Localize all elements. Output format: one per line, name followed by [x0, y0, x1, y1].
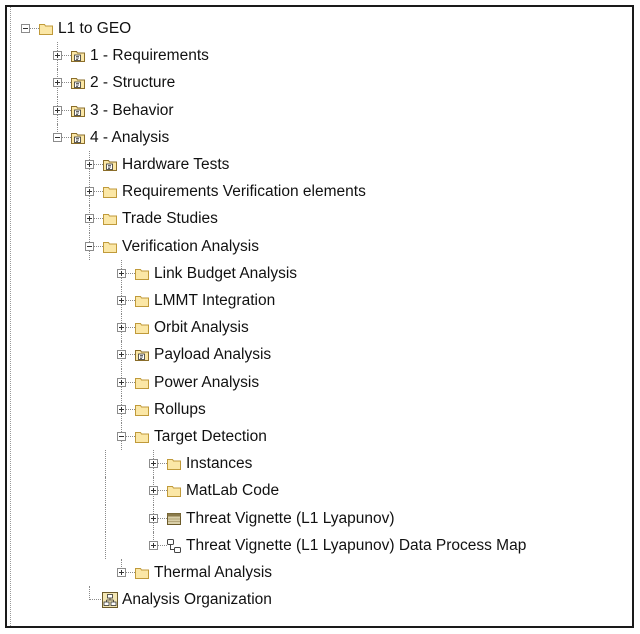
folder-icon — [134, 266, 150, 282]
collapse-toggle[interactable] — [53, 132, 62, 142]
diagram-icon — [166, 511, 182, 527]
tree-item-label[interactable]: Requirements Verification elements — [122, 182, 366, 201]
expand-toggle[interactable] — [85, 160, 94, 169]
tree-item-label[interactable]: 1 - Requirements — [90, 46, 209, 65]
package-icon — [70, 103, 86, 119]
containment-tree: L1 to GEO 1 - Requirements 2 - Structure 3 … — [7, 7, 632, 626]
expand-toggle[interactable] — [85, 187, 94, 197]
tree-item-label[interactable]: L1 to GEO — [58, 19, 131, 38]
tree-row[interactable]: LMMT Integration — [7, 287, 632, 315]
tree-row[interactable]: Verification Analysis — [7, 232, 632, 260]
folder-icon — [134, 429, 150, 445]
folder-icon — [166, 483, 182, 499]
expand-toggle[interactable] — [117, 350, 126, 360]
collapse-toggle[interactable] — [85, 241, 94, 251]
tree-row[interactable]: L1 to GEO — [7, 15, 632, 42]
tree-row[interactable]: Payload Analysis — [7, 341, 632, 369]
tree-item-label[interactable]: Payload Analysis — [154, 345, 271, 364]
package-icon — [70, 48, 86, 64]
tree-item-label[interactable]: Verification Analysis — [122, 237, 259, 256]
tree-row[interactable]: Target Detection — [7, 423, 632, 451]
folder-icon — [134, 565, 150, 581]
collapse-toggle[interactable] — [21, 24, 30, 33]
tree-row[interactable]: Requirements Verification elements — [7, 178, 632, 206]
expand-toggle[interactable] — [117, 404, 126, 414]
containment-tree-panel: L1 to GEO 1 - Requirements 2 - Structure 3 … — [5, 5, 634, 628]
tree-row[interactable]: MatLab Code — [7, 477, 632, 505]
folder-icon — [102, 239, 118, 255]
tree-connector-line — [105, 504, 106, 532]
tree-item-label[interactable]: 3 - Behavior — [90, 101, 174, 120]
expand-toggle[interactable] — [117, 323, 126, 333]
expand-toggle[interactable] — [117, 568, 126, 577]
tree-row[interactable]: 3 - Behavior — [7, 96, 632, 124]
collapse-toggle[interactable] — [117, 432, 126, 441]
folder-icon — [134, 320, 150, 336]
tree-row[interactable]: Rollups — [7, 395, 632, 423]
tree-item-label[interactable]: 4 - Analysis — [90, 128, 169, 147]
expand-toggle[interactable] — [149, 486, 158, 496]
folder-icon — [38, 21, 54, 37]
expand-toggle[interactable] — [117, 296, 126, 305]
tree-row[interactable]: Orbit Analysis — [7, 314, 632, 342]
tree-item-label[interactable]: Orbit Analysis — [154, 318, 249, 337]
tree-row[interactable]: Hardware Tests — [7, 151, 632, 179]
expand-toggle[interactable] — [149, 540, 158, 550]
tree-row[interactable]: Trade Studies — [7, 205, 632, 233]
expand-toggle[interactable] — [53, 105, 62, 115]
process-map-icon — [166, 538, 182, 554]
tree-row[interactable]: Threat Vignette (L1 Lyapunov) — [7, 504, 632, 532]
tree-row[interactable]: 4 - Analysis — [7, 123, 632, 151]
tree-row[interactable]: 2 - Structure — [7, 69, 632, 97]
folder-icon — [102, 184, 118, 200]
folder-icon — [102, 211, 118, 227]
folder-icon — [134, 375, 150, 391]
expand-toggle[interactable] — [149, 459, 158, 469]
expand-toggle[interactable] — [85, 214, 94, 224]
expand-toggle[interactable] — [53, 51, 62, 61]
tree-row[interactable]: Analysis Organization — [7, 586, 632, 613]
expand-toggle[interactable] — [117, 377, 126, 387]
tree-item-label[interactable]: Hardware Tests — [122, 155, 229, 174]
tree-row[interactable]: Instances — [7, 450, 632, 478]
tree-connector-line — [105, 531, 106, 559]
tree-row[interactable]: 1 - Requirements — [7, 42, 632, 70]
folder-icon — [134, 293, 150, 309]
package-icon — [70, 130, 86, 146]
expand-toggle[interactable] — [149, 513, 158, 523]
tree-row[interactable]: Threat Vignette (L1 Lyapunov) Data Proce… — [7, 531, 632, 559]
folder-icon — [134, 402, 150, 418]
tree-item-label[interactable]: MatLab Code — [186, 481, 279, 500]
organization-diagram-icon — [102, 592, 118, 609]
tree-row[interactable]: Thermal Analysis — [7, 559, 632, 586]
tree-item-label[interactable]: Target Detection — [154, 427, 267, 446]
tree-item-label[interactable]: Trade Studies — [122, 209, 218, 228]
tree-connector-line — [89, 586, 90, 601]
tree-item-label[interactable]: 2 - Structure — [90, 73, 175, 92]
tree-item-label[interactable]: Power Analysis — [154, 373, 259, 392]
tree-item-label[interactable]: LMMT Integration — [154, 291, 275, 310]
expand-toggle[interactable] — [117, 268, 126, 278]
package-icon — [102, 157, 118, 173]
package-icon — [134, 347, 150, 363]
tree-item-label[interactable]: Rollups — [154, 400, 206, 419]
tree-connector-line — [105, 450, 106, 478]
tree-row[interactable]: Link Budget Analysis — [7, 259, 632, 287]
tree-row[interactable]: Power Analysis — [7, 368, 632, 396]
tree-item-label[interactable]: Analysis Organization — [122, 590, 272, 609]
package-icon — [70, 75, 86, 91]
folder-icon — [166, 456, 182, 472]
tree-item-label[interactable]: Threat Vignette (L1 Lyapunov) — [186, 509, 395, 528]
tree-connector-line — [105, 477, 106, 505]
tree-item-label[interactable]: Threat Vignette (L1 Lyapunov) Data Proce… — [186, 536, 526, 555]
tree-item-label[interactable]: Instances — [186, 454, 252, 473]
tree-item-label[interactable]: Thermal Analysis — [154, 563, 272, 582]
expand-toggle[interactable] — [53, 78, 62, 88]
tree-item-label[interactable]: Link Budget Analysis — [154, 264, 297, 283]
